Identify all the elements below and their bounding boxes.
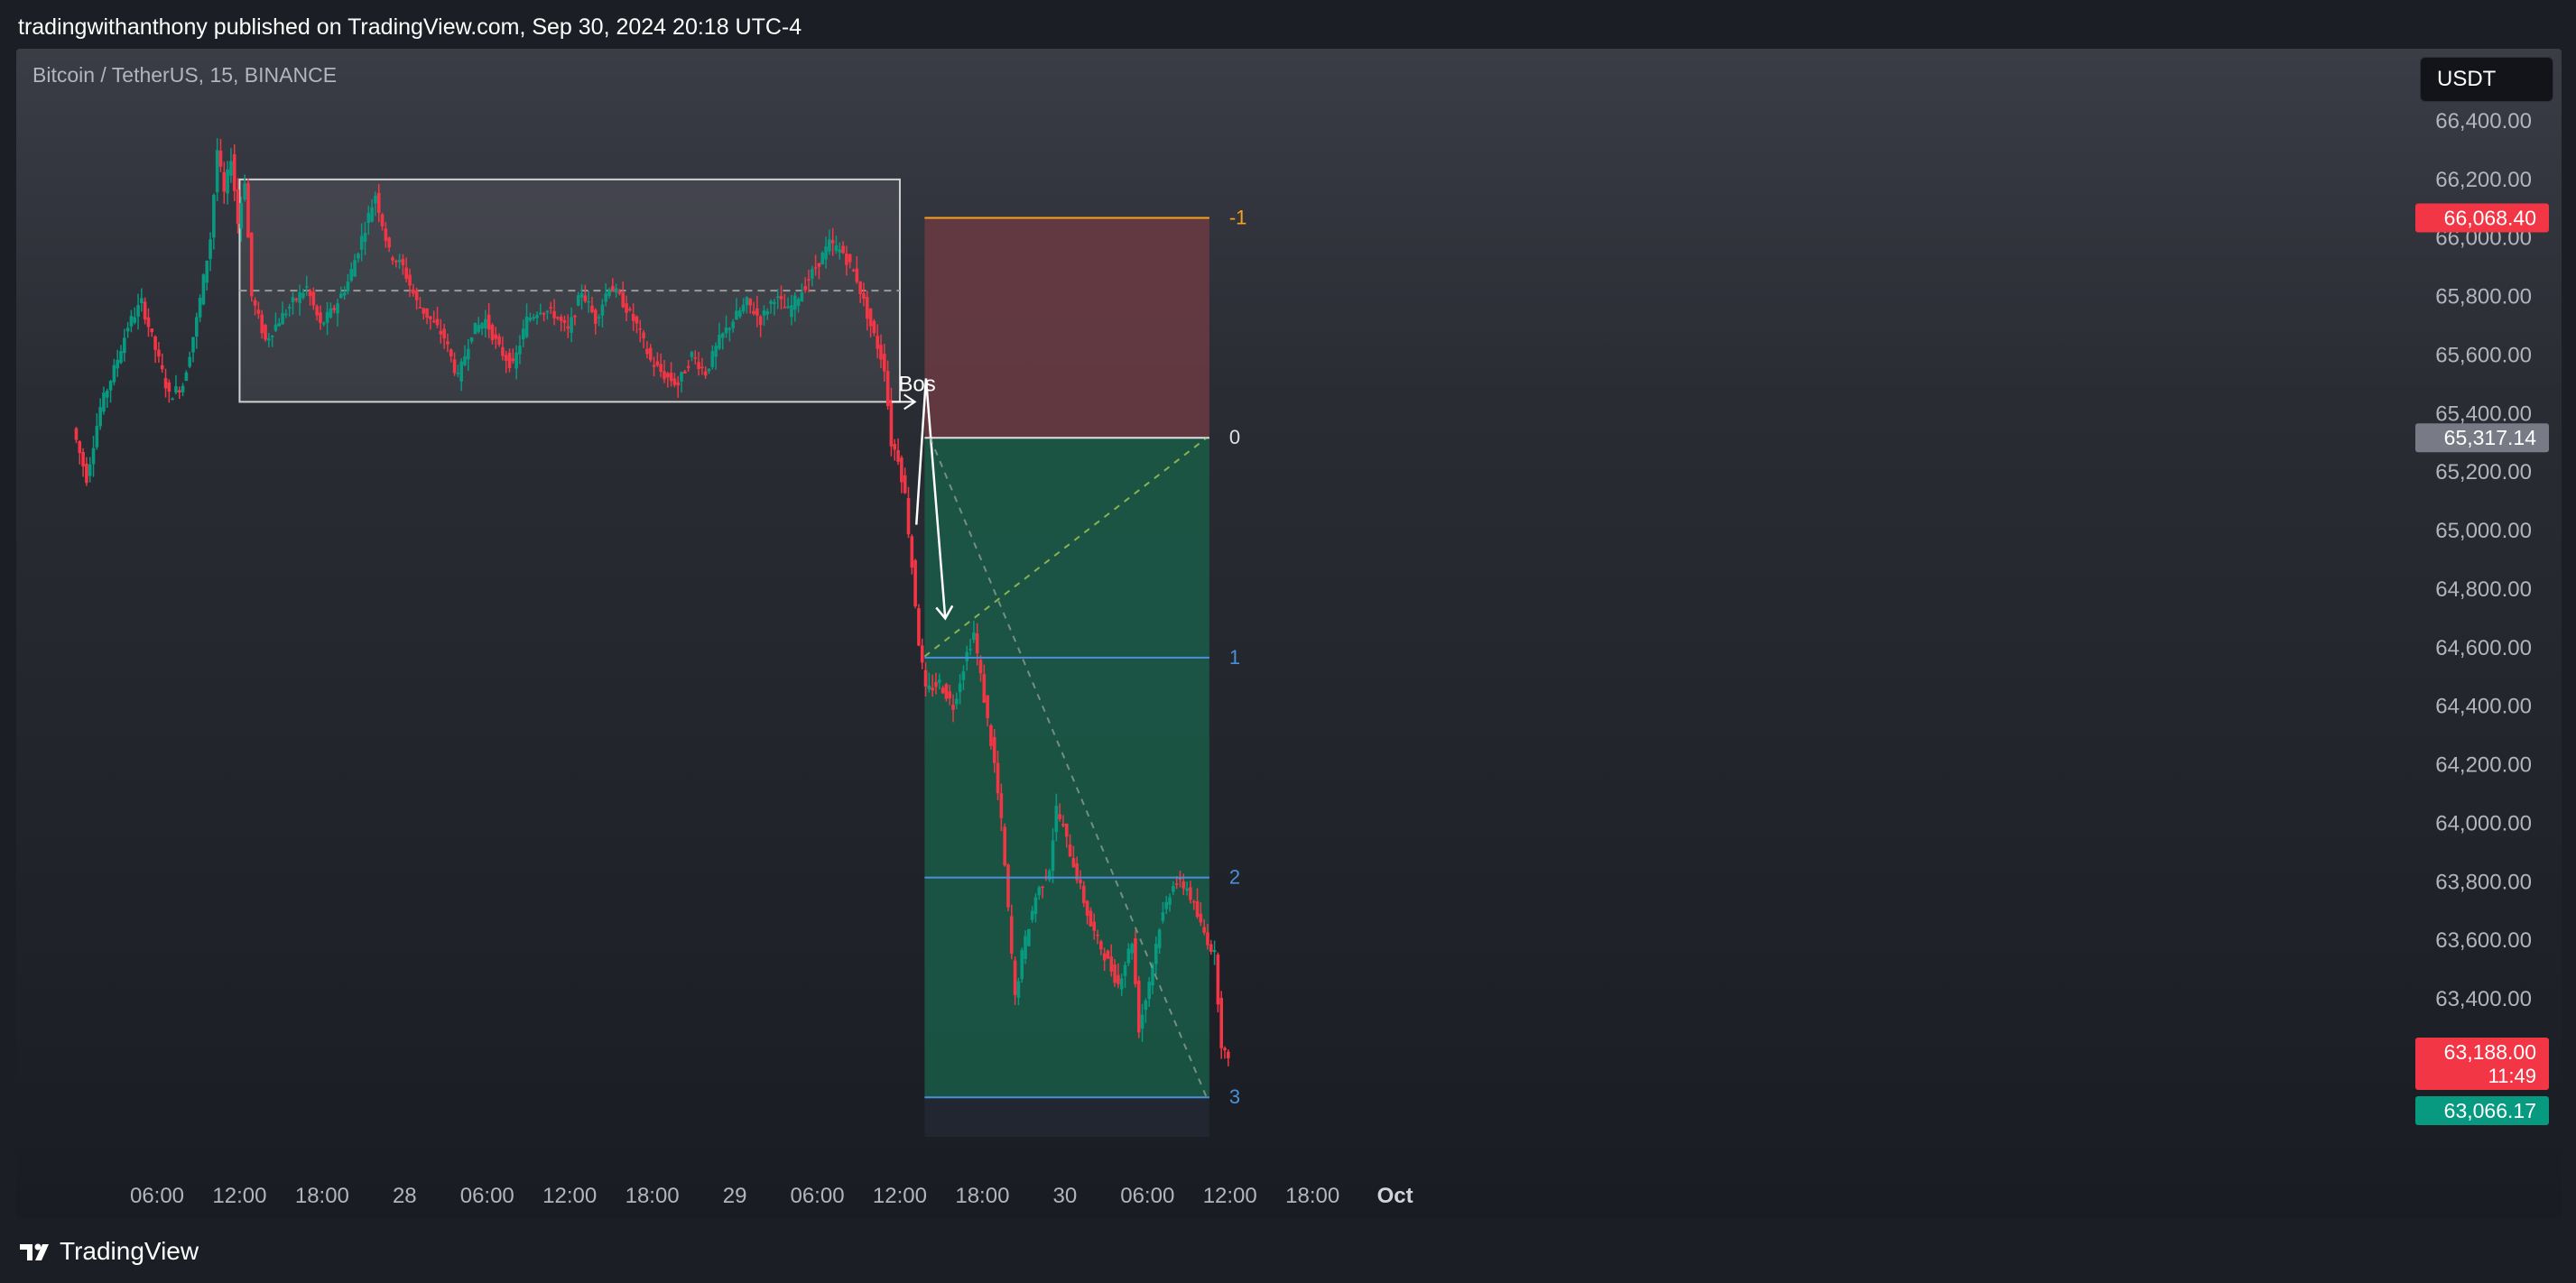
tv-logo-icon: [20, 1243, 49, 1260]
symbol-label: Bitcoin / TetherUS, 15, BINANCE: [32, 63, 338, 87]
brand-name: TradingView: [60, 1237, 199, 1265]
tradingview-logo[interactable]: TradingView: [18, 1236, 199, 1267]
footer-bar: TradingView: [0, 1218, 2576, 1283]
currency-label: USDT: [2437, 67, 2497, 91]
chart-panel[interactable]: [16, 49, 2562, 1218]
published-text: tradingwithanthony published on TradingV…: [18, 14, 802, 40]
publisher-header: tradingwithanthony published on TradingV…: [0, 0, 2576, 49]
currency-selector[interactable]: USDT: [2420, 57, 2553, 102]
